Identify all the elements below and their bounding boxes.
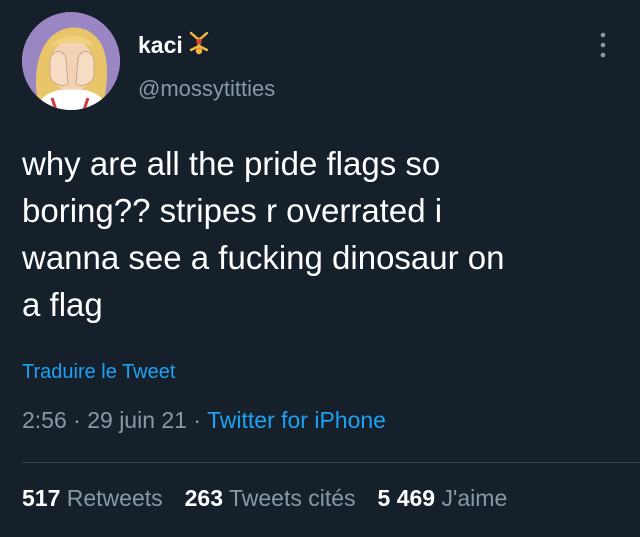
quote-tweets-count: 263 [184,485,224,511]
translate-tweet-link[interactable]: Traduire le Tweet [22,361,175,384]
likes-label: J'aime [441,485,508,511]
tweet-text-line: wanna see a fucking dinosaur on [22,239,505,276]
retweets-stat[interactable]: 517 Retweets [22,485,163,512]
likes-stat[interactable]: 5 469 J'aime [378,485,508,512]
tweet-source-link[interactable]: Twitter for iPhone [207,407,386,433]
author-display-name[interactable]: kaci [138,32,183,59]
likes-count: 5 469 [377,485,436,511]
tweet-text-line: a flag [22,286,103,323]
tweet-text-line: why are all the pride flags so [22,145,441,182]
avatar-illustration [22,12,120,110]
tweet-text: why are all the pride flags so boring?? … [22,140,622,328]
retweets-label: Retweets [66,485,163,511]
meta-separator: · [66,407,88,433]
cartwheel-emoji-icon [187,30,211,61]
quote-tweets-label: Tweets cités [229,485,356,511]
tweet-stats: 517 Retweets 263 Tweets cités 5 469 J'ai… [22,485,507,512]
tweet-time[interactable]: 2:56 [22,407,67,433]
retweets-count: 517 [22,485,61,511]
author-name-row[interactable]: kaci [138,30,211,61]
meta-separator: · [186,407,207,433]
tweet-date[interactable]: 29 juin 21 [87,407,187,433]
tweet-container: kaci @mossytitties why are all the pride… [0,0,640,537]
quote-tweets-stat[interactable]: 263 Tweets cités [185,485,356,512]
tweet-text-line: boring?? stripes r overrated i [22,192,443,229]
divider [22,462,640,463]
tweet-metadata: 2:56 · 29 juin 21 · Twitter for iPhone [22,407,386,434]
vertical-ellipsis-icon[interactable] [594,30,612,62]
avatar[interactable] [22,12,120,110]
author-handle[interactable]: @mossytitties [138,76,275,102]
